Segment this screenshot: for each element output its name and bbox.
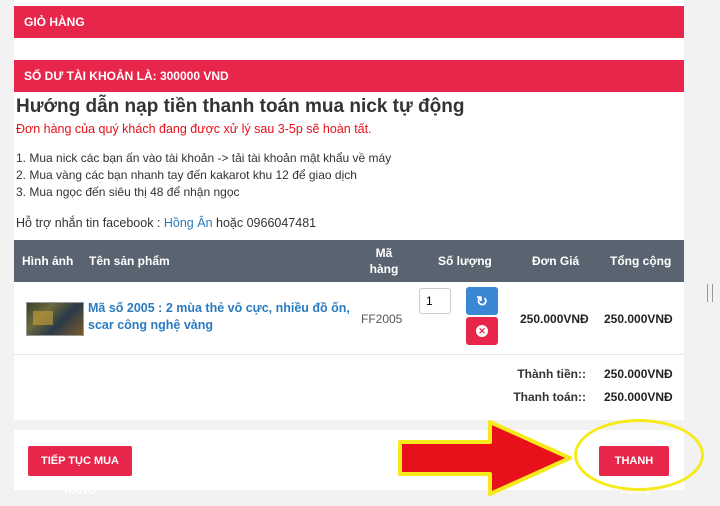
- header-sku: Mã hàng: [366, 246, 402, 276]
- support-prefix: Hỗ trợ nhắn tin facebook :: [16, 216, 164, 230]
- remove-item-button[interactable]: ✕: [466, 317, 498, 345]
- subtotal-value: 250.000VNĐ: [604, 367, 673, 381]
- unit-price: 250.000VNĐ: [520, 312, 589, 326]
- header-total: Tổng cộng: [610, 254, 672, 268]
- refresh-icon: ↻: [476, 293, 488, 309]
- facebook-link[interactable]: Hồng Ân: [164, 216, 213, 230]
- header-unit-price: Đơn Giá: [532, 254, 580, 268]
- product-sku: FF2005: [361, 312, 403, 326]
- annotation-circle: [574, 419, 704, 491]
- header-sku-line1: Mã: [375, 246, 393, 260]
- annotation-arrow: [398, 420, 572, 496]
- update-quantity-button[interactable]: ↻: [466, 287, 498, 315]
- balance-bar: Số dư tài khoản là: 300000 VND: [14, 60, 684, 92]
- remove-icon: ✕: [476, 325, 488, 337]
- row-total: 250.000VNĐ: [604, 312, 673, 326]
- guide-steps: 1. Mua nick các bạn ấn vào tài khoản -> …: [16, 150, 391, 201]
- header-product: Tên sản phẩm: [89, 254, 170, 268]
- guide-step-3: 3. Mua ngọc đến siêu thị 48 để nhận ngọc: [16, 185, 240, 199]
- product-name-link[interactable]: Mã số 2005 : 2 mùa thẻ vô cực, nhiều đồ …: [88, 300, 358, 334]
- payment-value: 250.000VNĐ: [604, 390, 673, 404]
- support-phone: hoặc 0966047481: [212, 216, 317, 230]
- resize-handle[interactable]: [707, 284, 713, 302]
- payment-label: Thanh toán::: [513, 390, 586, 404]
- order-notice: Đơn hàng của quý khách đang được xử lý s…: [16, 122, 372, 136]
- quantity-input[interactable]: [419, 288, 451, 314]
- header-image: Hình ảnh: [22, 254, 74, 268]
- guide-title: Hướng dẫn nạp tiền thanh toán mua nick t…: [16, 96, 465, 117]
- continue-shopping-button[interactable]: Tiếp tục mua hàng: [28, 446, 132, 497]
- subtotal-label: Thành tiền::: [517, 367, 586, 381]
- header-qty: Số lượng: [438, 254, 492, 268]
- cart-table-header: Hình ảnh Tên sản phẩm Mã hàng Số lượng Đ…: [14, 240, 684, 282]
- header-sku-line2: hàng: [369, 262, 399, 276]
- support-line: Hỗ trợ nhắn tin facebook : Hồng Ân hoặc …: [16, 216, 316, 230]
- product-thumbnail[interactable]: [26, 302, 84, 336]
- guide-step-2: 2. Mua vàng các bạn nhanh tay đến kakaro…: [16, 168, 357, 182]
- cart-header-bar: Giỏ hàng: [14, 6, 684, 38]
- guide-step-1: 1. Mua nick các bạn ấn vào tài khoản -> …: [16, 151, 392, 165]
